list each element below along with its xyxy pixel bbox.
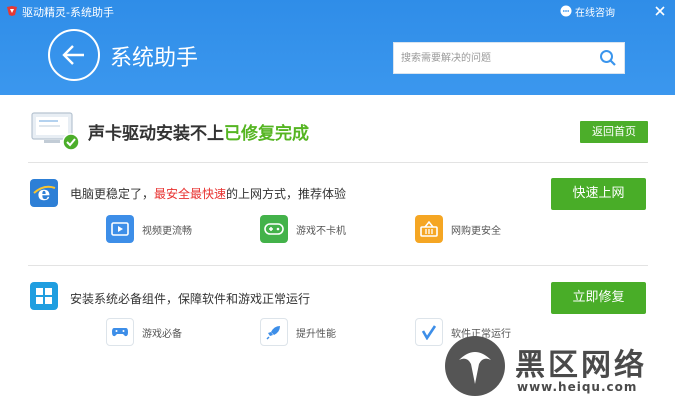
section-text-highlight: 最安全最快速 <box>154 187 227 201</box>
section-text-suffix: 的上网方式，推荐体验 <box>226 187 347 201</box>
gamepad-icon <box>260 215 288 243</box>
section-browser-text: 电脑更稳定了，最安全最快速的上网方式，推荐体验 <box>70 185 346 202</box>
status-row: 声卡驱动安装不上已修复完成 返回首页 <box>0 95 675 165</box>
svg-text:e: e <box>38 181 51 205</box>
back-button[interactable] <box>48 29 100 81</box>
checkmark-icon <box>415 318 443 346</box>
section-components-text: 安装系统必备组件，保障软件和游戏正常运行 <box>70 290 310 307</box>
window-title: 驱动精灵-系统助手 <box>22 6 114 19</box>
online-consult-link[interactable]: 在线咨询 <box>560 4 615 19</box>
title-bar: 驱动精灵-系统助手 在线咨询 <box>0 0 675 22</box>
watermark: 黑区网络 www.heiqu.com <box>445 328 675 406</box>
close-icon[interactable] <box>651 2 669 20</box>
monitor-check-icon <box>31 112 80 151</box>
feature-shopping: 网购更安全 <box>415 215 501 243</box>
page-title: 系统助手 <box>110 46 199 71</box>
search-icon[interactable] <box>599 49 617 67</box>
header-bar: 驱动精灵-系统助手 在线咨询 系统助手 <box>0 0 675 95</box>
ie-browser-icon: e <box>30 179 58 207</box>
feature-game-essentials: 游戏必备 <box>106 318 182 346</box>
fast-browse-button[interactable]: 快速上网 <box>551 178 646 210</box>
search-input[interactable] <box>394 43 594 73</box>
search-box <box>393 42 625 74</box>
divider <box>28 162 648 163</box>
return-home-button[interactable]: 返回首页 <box>580 121 648 143</box>
feature-video: 视频更流畅 <box>106 215 192 243</box>
feature-performance: 提升性能 <box>260 318 336 346</box>
feature-label: 视频更流畅 <box>142 225 192 237</box>
status-text-prefix: 声卡驱动安装不上 <box>88 124 224 144</box>
divider <box>28 265 648 266</box>
app-logo-icon <box>7 6 17 16</box>
arrow-left-icon <box>62 45 84 65</box>
game-controller-icon <box>106 318 134 346</box>
feature-label: 提升性能 <box>296 328 336 340</box>
feature-label: 网购更安全 <box>451 225 501 237</box>
consult-label: 在线咨询 <box>575 7 615 19</box>
section-text-prefix: 电脑更稳定了， <box>70 187 155 201</box>
windows-logo-icon <box>30 282 58 310</box>
shopping-basket-icon <box>415 215 443 243</box>
rocket-icon <box>260 318 288 346</box>
section-text-prefix: 安装系统必备组件，保障软件和游戏正常运行 <box>70 292 311 306</box>
section-browser: e 电脑更稳定了，最安全最快速的上网方式，推荐体验 快速上网 视频更流畅 游戏不… <box>0 165 675 260</box>
feature-label: 游戏必备 <box>142 328 182 340</box>
status-done-text: 已修复完成 <box>224 124 309 144</box>
chat-bubble-icon <box>560 5 572 17</box>
watermark-logo-icon <box>445 336 505 396</box>
watermark-text: 黑区网络 <box>515 348 647 383</box>
watermark-url: www.heiqu.com <box>517 380 638 394</box>
video-icon <box>106 215 134 243</box>
feature-gaming: 游戏不卡机 <box>260 215 346 243</box>
feature-label: 游戏不卡机 <box>296 225 346 237</box>
status-message: 声卡驱动安装不上已修复完成 <box>88 119 309 144</box>
repair-now-button[interactable]: 立即修复 <box>551 282 646 314</box>
